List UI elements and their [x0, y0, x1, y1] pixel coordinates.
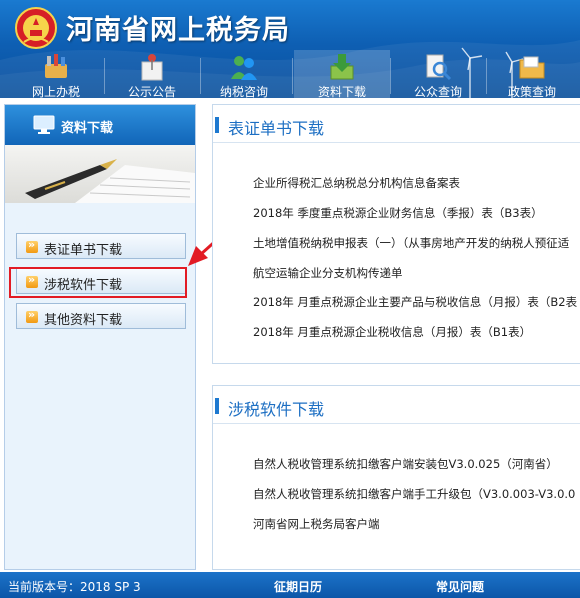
pen-and-paper-image	[25, 159, 195, 203]
double-arrow-bullet-icon	[26, 238, 38, 253]
nav-public-query[interactable]: 公众查询	[390, 50, 486, 98]
site-footer: 当前版本号：2018 SP 3 征期日历 常见问题	[0, 572, 580, 598]
nav-label: 公众查询	[413, 85, 462, 98]
forms-download-panel: 表证单书下载 企业所得税汇总纳税总分机构信息备案表 2018年 季度重点税源企业…	[212, 104, 580, 364]
sidebar-title: 资料下载	[61, 121, 114, 136]
sidebar-item-forms-download[interactable]: 表证单书下载	[16, 233, 186, 259]
nav-label: 政策查询	[507, 85, 556, 98]
list-item[interactable]: 2018年 季度重点税源企业财务信息（季报）表（B3表）	[253, 205, 543, 221]
sidebar-banner-image	[5, 145, 195, 203]
list-item[interactable]: 2018年 月重点税源企业主要产品与税收信息（月报）表（B2表	[253, 294, 577, 310]
sidebar-item-label: 其他资料下载	[44, 313, 123, 328]
magnifier-query-icon	[426, 54, 452, 81]
nav-material-download[interactable]: 资料下载	[294, 50, 390, 98]
download-box-icon	[330, 54, 354, 80]
version-label: 当前版本号：2018 SP 3	[8, 580, 141, 594]
main-nav: 网上办税 公示公告 纳税咨询 资料下载 公众查询 政策查询	[0, 50, 580, 98]
nav-tax-consult[interactable]: 纳税咨询	[196, 50, 292, 98]
site-header: 河南省网上税务局 网上办税 公示公告 纳税咨询 资料下载 公众查询 政策查询	[0, 0, 580, 98]
computer-monitor-icon	[33, 115, 55, 134]
nav-online-tax[interactable]: 网上办税	[8, 50, 104, 98]
tax-calendar-link[interactable]: 征期日历	[274, 578, 322, 595]
nav-policy-query[interactable]: 政策查询	[484, 50, 580, 98]
tax-bureau-emblem-icon	[15, 7, 57, 49]
list-item[interactable]: 自然人税收管理系统扣缴客户端安装包V3.0.025（河南省）	[253, 456, 558, 472]
folder-icon	[519, 56, 545, 79]
list-item[interactable]: 自然人税收管理系统扣缴客户端手工升级包（V3.0.003-V3.0.0	[253, 486, 575, 502]
annotation-highlight-box	[9, 267, 187, 298]
nav-public-notice[interactable]: 公示公告	[104, 50, 200, 98]
nav-label: 公示公告	[127, 85, 176, 98]
people-consult-icon	[231, 56, 257, 80]
list-item[interactable]: 航空运输企业分支机构传递单	[253, 265, 403, 281]
site-title: 河南省网上税务局	[66, 15, 290, 46]
sidebar: 资料下载 表证单书下载 涉税软件下载 其他资料下载	[4, 104, 196, 570]
sidebar-item-label: 表证单书下载	[44, 243, 123, 258]
list-item[interactable]: 企业所得税汇总纳税总分机构信息备案表	[253, 175, 460, 191]
document-list: 企业所得税汇总纳税总分机构信息备案表 2018年 季度重点税源企业财务信息（季报…	[253, 105, 580, 363]
title-accent-bar	[215, 117, 219, 133]
sidebar-item-other-download[interactable]: 其他资料下载	[16, 303, 186, 329]
tools-icon	[45, 54, 67, 78]
tax-software-download-panel: 涉税软件下载 自然人税收管理系统扣缴客户端安装包V3.0.025（河南省） 自然…	[212, 385, 580, 570]
faq-link[interactable]: 常见问题	[436, 578, 484, 595]
sidebar-header: 资料下载	[5, 105, 195, 145]
nav-label: 网上办税	[31, 85, 80, 98]
notice-pin-icon	[141, 54, 163, 81]
list-item[interactable]: 河南省网上税务局客户端	[253, 516, 380, 532]
list-item[interactable]: 2018年 月重点税源企业税收信息（月报）表（B1表）	[253, 324, 531, 340]
title-accent-bar	[215, 398, 219, 414]
list-item[interactable]: 土地增值税纳税申报表（一）（从事房地产开发的纳税人预征适	[253, 235, 569, 251]
nav-label: 资料下载	[317, 85, 366, 98]
document-list: 自然人税收管理系统扣缴客户端安装包V3.0.025（河南省） 自然人税收管理系统…	[253, 386, 580, 532]
nav-divider	[292, 58, 293, 94]
double-arrow-bullet-icon	[26, 308, 38, 323]
nav-label: 纳税咨询	[219, 85, 268, 98]
